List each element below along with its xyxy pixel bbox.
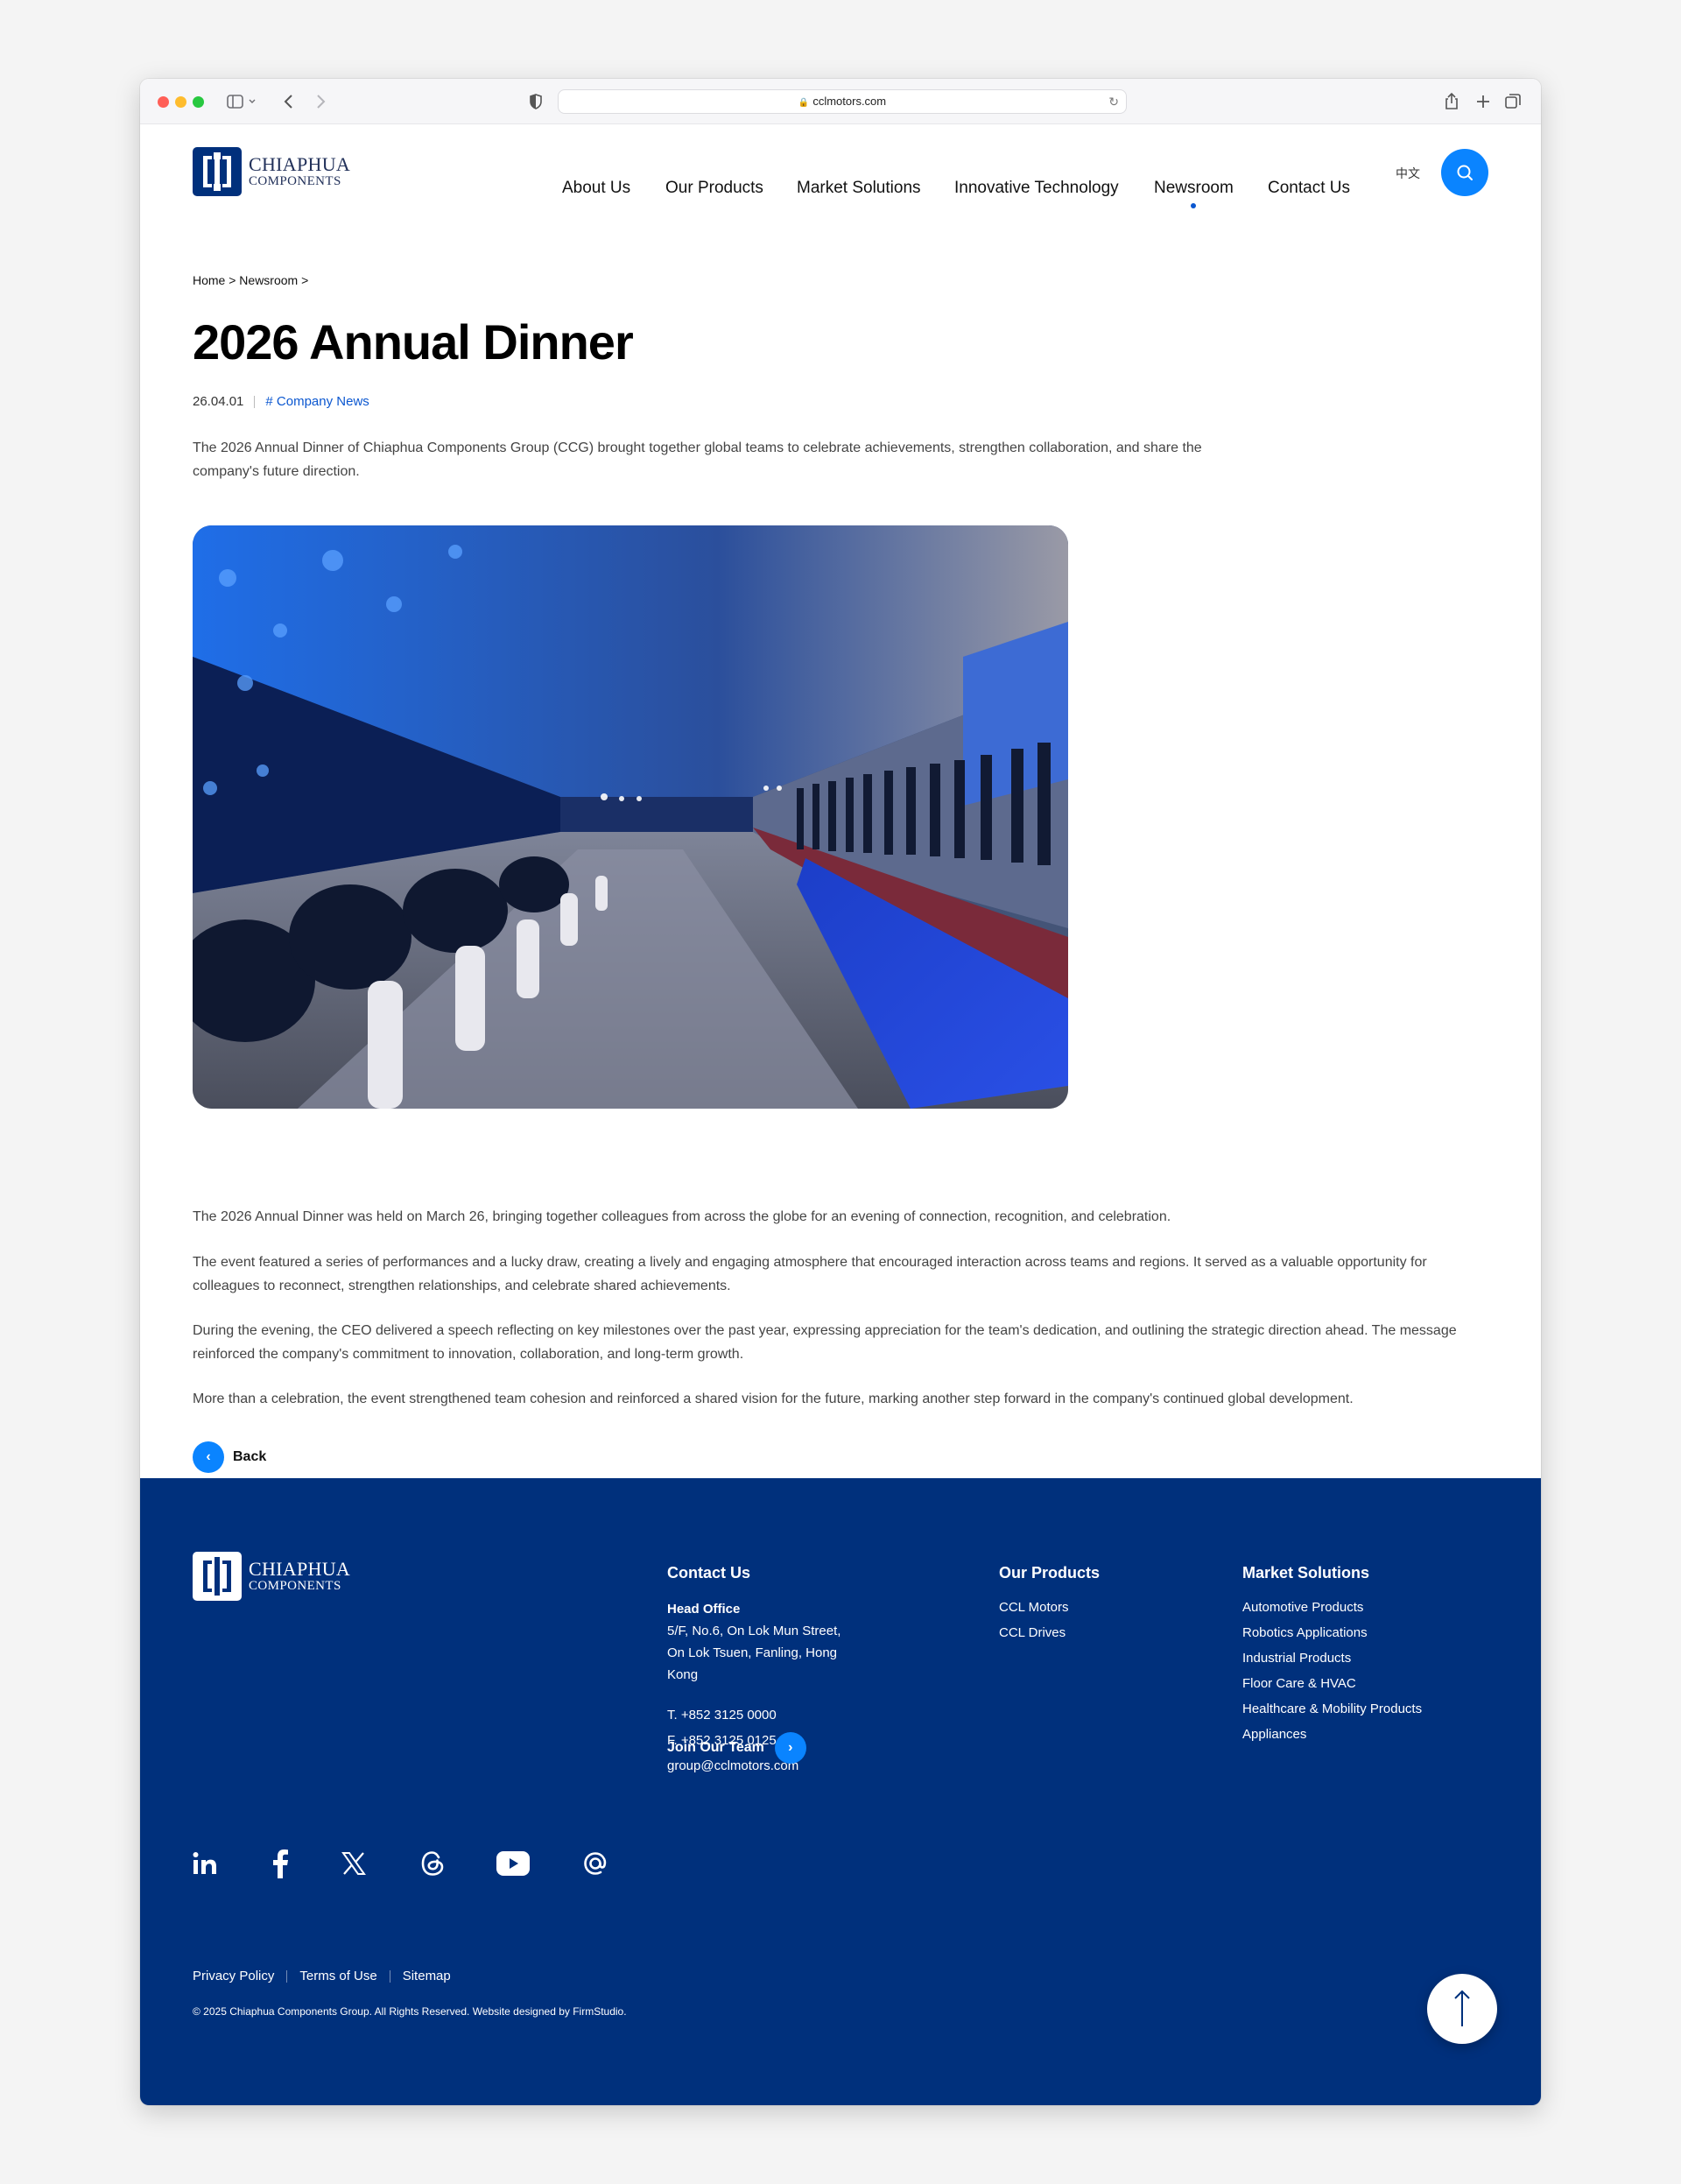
back-arrow-icon[interactable] (278, 91, 299, 112)
head-office-label: Head Office (667, 1602, 741, 1617)
privacy-shield-icon[interactable] (525, 91, 546, 112)
nav-our-products[interactable]: Our Products (665, 179, 763, 198)
footer-link-floor-care[interactable]: Floor Care & HVAC (1242, 1671, 1422, 1696)
share-icon[interactable] (1441, 91, 1462, 112)
chevron-right-icon: › (774, 1732, 806, 1764)
breadcrumb[interactable]: Home > Newsroom > (193, 273, 308, 287)
logo-name-line2: COMPONENTS (249, 1579, 341, 1593)
address-line: On Lok Tsuen, Fanling, Hong (667, 1645, 838, 1660)
nav-about-us[interactable]: About Us (562, 179, 630, 198)
main-nav: About Us Our Products Market Solutions I… (140, 163, 1541, 215)
forward-arrow-icon[interactable] (310, 91, 331, 112)
threads-icon[interactable] (417, 1844, 448, 1883)
article-meta: 26.04.01 # Company News (193, 394, 369, 409)
back-button[interactable]: ‹ Back (193, 1441, 266, 1473)
copyright-text: © 2025 Chiaphua Components Group. All Ri… (193, 2005, 627, 2018)
logo-name-line1: CHIAPHUA (249, 1558, 351, 1580)
footer-solutions-heading: Market Solutions (1242, 1564, 1370, 1582)
url-text: cclmotors.com (812, 95, 887, 108)
address-line: Kong (667, 1667, 699, 1682)
nav-market-solutions[interactable]: Market Solutions (797, 179, 921, 198)
article-category-tag[interactable]: # Company News (265, 394, 369, 409)
article-paragraph: During the evening, the CEO delivered a … (193, 1323, 1457, 1362)
phone-number[interactable]: T. +852 3125 0000 (667, 1704, 777, 1726)
article-paragraph: The 2026 Annual Dinner was held on March… (193, 1209, 1171, 1224)
facebook-icon[interactable] (264, 1844, 296, 1883)
link-divider (286, 1969, 288, 1983)
search-icon (1457, 165, 1473, 180)
sitemap-link[interactable]: Sitemap (403, 1969, 451, 1983)
zoom-window-button[interactable] (193, 96, 204, 108)
page-title: 2026 Annual Dinner (193, 314, 634, 370)
join-label: Join Our Team (667, 1740, 764, 1755)
footer-link-healthcare[interactable]: Healthcare & Mobility Products (1242, 1696, 1422, 1722)
browser-toolbar: 🔒 cclmotors.com ↻ (140, 79, 1541, 124)
linkedin-icon[interactable] (189, 1844, 221, 1883)
footer-link-appliances[interactable]: Appliances (1242, 1722, 1422, 1747)
footer-contact-heading: Contact Us (667, 1564, 751, 1582)
search-button[interactable] (1441, 149, 1488, 196)
footer-link-ccl-motors[interactable]: CCL Motors (999, 1595, 1068, 1620)
sidebar-toggle-icon[interactable] (226, 91, 261, 112)
event-photo (193, 525, 1068, 1109)
new-tab-icon[interactable] (1473, 91, 1494, 112)
terms-of-use-link[interactable]: Terms of Use (299, 1969, 376, 1983)
close-window-button[interactable] (158, 96, 169, 108)
browser-window: 🔒 cclmotors.com ↻ CHIAPHUA COMPONENTS Abo… (140, 79, 1541, 2105)
chevron-left-icon: ‹ (193, 1441, 224, 1473)
tab-overview-icon[interactable] (1502, 91, 1523, 112)
back-label: Back (233, 1449, 267, 1464)
scroll-to-top-button[interactable] (1427, 1974, 1497, 2044)
privacy-policy-link[interactable]: Privacy Policy (193, 1969, 274, 1983)
x-icon[interactable] (338, 1844, 369, 1883)
nav-innovative-technology[interactable]: Innovative Technology (954, 179, 1119, 198)
article-paragraph: The event featured a series of performan… (193, 1255, 1427, 1293)
address-line: 5/F, No.6, On Lok Mun Street, (667, 1624, 841, 1638)
article-paragraph: More than a celebration, the event stren… (193, 1391, 1354, 1406)
footer-link-robotics[interactable]: Robotics Applications (1242, 1620, 1422, 1645)
language-switch[interactable]: 中文 (1396, 165, 1420, 182)
footer-products-heading: Our Products (999, 1564, 1101, 1582)
arrow-up-icon (1454, 1990, 1470, 2026)
article-intro: The 2026 Annual Dinner of Chiaphua Compo… (193, 440, 1202, 479)
footer-solutions-list: Automotive Products Robotics Application… (1242, 1595, 1422, 1747)
at-sign-icon[interactable] (580, 1844, 611, 1883)
legal-links: Privacy Policy Terms of Use Sitemap (193, 1969, 451, 1983)
logo-mark-icon (193, 1552, 242, 1601)
nav-contact-us[interactable]: Contact Us (1268, 179, 1350, 198)
footer-link-industrial[interactable]: Industrial Products (1242, 1645, 1422, 1671)
footer-link-ccl-drives[interactable]: CCL Drives (999, 1620, 1068, 1645)
nav-newsroom[interactable]: Newsroom (1154, 179, 1234, 208)
join-our-team-link[interactable]: Join Our Team › (667, 1732, 806, 1764)
reload-icon[interactable]: ↻ (1108, 90, 1119, 113)
youtube-icon[interactable] (494, 1844, 532, 1883)
footer-logo[interactable]: CHIAPHUA COMPONENTS (193, 1552, 350, 1601)
minimize-window-button[interactable] (175, 96, 186, 108)
article-date: 26.04.01 (193, 394, 244, 409)
footer-link-automotive[interactable]: Automotive Products (1242, 1595, 1422, 1620)
footer-products-list: CCL Motors CCL Drives (999, 1595, 1068, 1645)
meta-divider (254, 395, 256, 408)
address-bar[interactable]: 🔒 cclmotors.com ↻ (558, 89, 1127, 114)
lock-icon: 🔒 (798, 98, 810, 108)
